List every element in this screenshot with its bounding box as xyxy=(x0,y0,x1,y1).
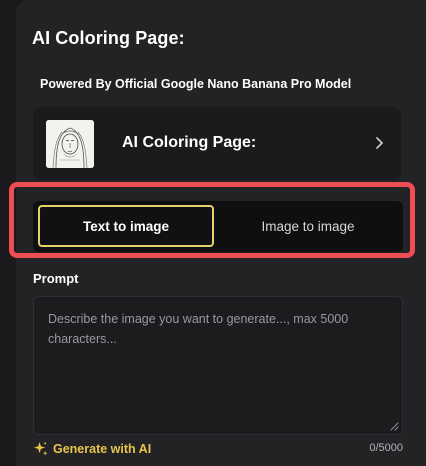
resize-handle-icon[interactable] xyxy=(389,421,399,431)
character-counter: 0/5000 xyxy=(369,442,403,454)
generate-with-ai-button[interactable]: Generate with AI xyxy=(33,441,151,456)
generate-with-ai-label: Generate with AI xyxy=(53,441,152,456)
model-card-label: AI Coloring Page: xyxy=(122,134,257,151)
powered-by-text: Powered By Official Google Nano Banana P… xyxy=(40,77,352,91)
mode-toggle-highlight xyxy=(9,182,415,258)
prompt-textarea[interactable]: Describe the image you want to generate.… xyxy=(33,296,403,435)
prompt-label: Prompt xyxy=(33,271,79,286)
line-art-portrait-thumbnail xyxy=(46,120,94,168)
panel-title: AI Coloring Page: xyxy=(32,28,185,48)
portrait-sketch-icon xyxy=(46,120,94,168)
model-selector-card[interactable]: AI Coloring Page: xyxy=(33,107,401,180)
chevron-right-icon xyxy=(376,137,383,149)
sparkle-icon xyxy=(33,441,48,456)
prompt-placeholder: Describe the image you want to generate.… xyxy=(48,312,349,346)
